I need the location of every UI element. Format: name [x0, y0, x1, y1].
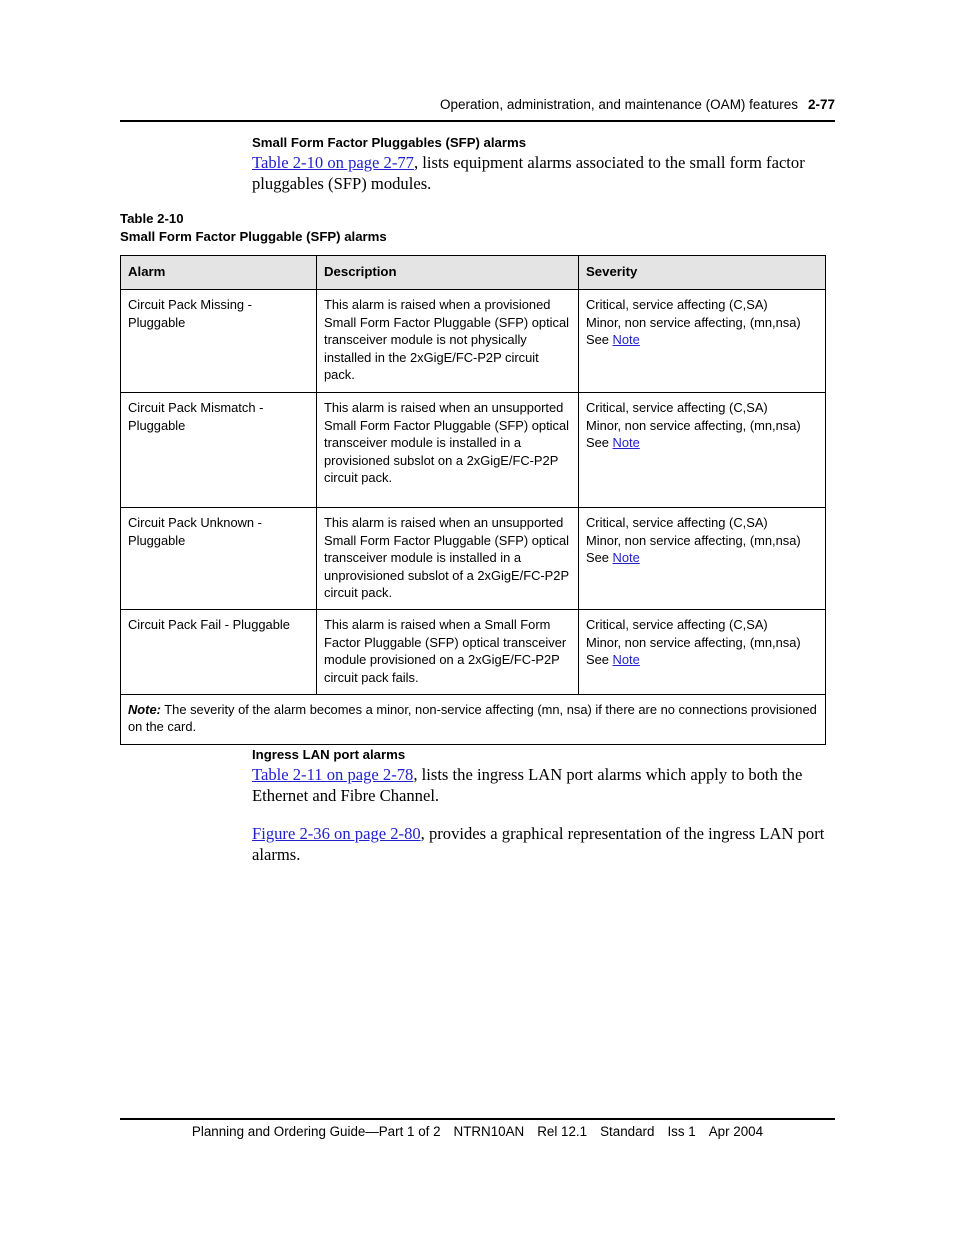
severity-see-note: See Note [586, 331, 818, 348]
table-caption: Table 2-10 Small Form Factor Pluggable (… [120, 210, 387, 245]
severity-line-minor: Minor, non service affecting, (mn,nsa) [586, 417, 801, 433]
see-label: See [586, 550, 613, 566]
severity-line-critical: Critical, service affecting (C,SA) [586, 515, 768, 531]
cell-description: This alarm is raised when a Small Form F… [316, 609, 579, 696]
table-note-row: Note: The severity of the alarm becomes … [120, 694, 826, 745]
severity-line-critical: Critical, service affecting (C,SA) [586, 400, 768, 416]
table-header-row: Alarm Description Severity [120, 254, 826, 291]
cell-alarm: Circuit Pack Mismatch - Pluggable [120, 392, 317, 509]
cell-severity: Critical, service affecting (C,SA) Minor… [578, 507, 826, 611]
alarm-table: Alarm Description Severity Circuit Pack … [120, 254, 826, 745]
table-caption-title: Small Form Factor Pluggable (SFP) alarms [120, 228, 387, 244]
severity-see-note: See Note [586, 549, 818, 566]
note-label: Note: [128, 702, 161, 718]
table-row: Circuit Pack Mismatch - Pluggable This a… [120, 392, 826, 509]
page-number: 2-77 [807, 97, 835, 112]
cell-alarm: Circuit Pack Unknown - Pluggable [120, 507, 317, 611]
footer-date: Apr 2004 [708, 1124, 764, 1139]
severity-see-note: See Note [586, 651, 818, 668]
xref-note[interactable]: Note [613, 332, 640, 347]
header-rule [120, 120, 835, 122]
section-intro-paragraph: Table 2-10 on page 2-77, lists equipment… [252, 152, 837, 194]
table-row: Circuit Pack Missing - Pluggable This al… [120, 289, 826, 394]
xref-table-2-10[interactable]: Table 2-10 on page 2-77 [252, 153, 414, 172]
cell-description: This alarm is raised when an unsupported… [316, 507, 579, 611]
xref-note[interactable]: Note [613, 652, 640, 667]
table-caption-number: Table 2-10 [120, 211, 184, 226]
section2-heading: Ingress LAN port alarms [252, 747, 406, 762]
table-row: Circuit Pack Fail - Pluggable This alarm… [120, 609, 826, 696]
cell-severity: Critical, service affecting (C,SA) Minor… [578, 289, 826, 394]
xref-note[interactable]: Note [613, 550, 640, 565]
footer-doc-number: NTRN10AN [453, 1124, 525, 1139]
severity-line-minor: Minor, non service affecting, (mn,nsa) [586, 314, 801, 330]
cell-severity: Critical, service affecting (C,SA) Minor… [578, 609, 826, 696]
footer-rule [120, 1118, 835, 1120]
severity-line-critical: Critical, service affecting (C,SA) [586, 297, 768, 313]
footer-issue: Iss 1 [667, 1124, 696, 1139]
footer-status: Standard [600, 1124, 655, 1139]
xref-note[interactable]: Note [613, 435, 640, 450]
running-header-title: Operation, administration, and maintenan… [440, 97, 798, 112]
running-header: Operation, administration, and maintenan… [120, 96, 835, 113]
severity-see-note: See Note [586, 434, 818, 451]
severity-line-critical: Critical, service affecting (C,SA) [586, 617, 768, 633]
section2-paragraph-1: Table 2-11 on page 2-78, lists the ingre… [252, 764, 842, 806]
xref-table-2-11[interactable]: Table 2-11 on page 2-78 [252, 765, 413, 784]
column-header-description: Description [316, 254, 579, 291]
severity-line-minor: Minor, non service affecting, (mn,nsa) [586, 532, 801, 548]
footer-guide: Planning and Ordering Guide—Part 1 of 2 [191, 1124, 441, 1139]
cell-description: This alarm is raised when an unsupported… [316, 392, 579, 509]
xref-figure-2-36[interactable]: Figure 2-36 on page 2-80 [252, 824, 421, 843]
see-label: See [586, 652, 613, 668]
see-label: See [586, 435, 613, 451]
section-ingress-lan: Ingress LAN port alarms Table 2-11 on pa… [252, 746, 842, 865]
severity-line-minor: Minor, non service affecting, (mn,nsa) [586, 634, 801, 650]
document-page: Operation, administration, and maintenan… [0, 0, 954, 1235]
column-header-alarm: Alarm [120, 254, 317, 291]
alarm-table-wrap: Alarm Description Severity Circuit Pack … [120, 254, 826, 745]
cell-note: Note: The severity of the alarm becomes … [120, 694, 826, 745]
column-header-severity: Severity [578, 254, 826, 291]
cell-alarm: Circuit Pack Missing - Pluggable [120, 289, 317, 394]
page-footer: Planning and Ordering Guide—Part 1 of 2 N… [120, 1122, 835, 1142]
footer-release: Rel 12.1 [537, 1124, 588, 1139]
see-label: See [586, 332, 613, 348]
section-intro: Small Form Factor Pluggables (SFP) alarm… [252, 134, 837, 194]
table-row: Circuit Pack Unknown - Pluggable This al… [120, 507, 826, 611]
section-heading: Small Form Factor Pluggables (SFP) alarm… [252, 135, 527, 150]
cell-alarm: Circuit Pack Fail - Pluggable [120, 609, 317, 696]
cell-severity: Critical, service affecting (C,SA) Minor… [578, 392, 826, 509]
note-text: The severity of the alarm becomes a mino… [128, 702, 817, 735]
cell-description: This alarm is raised when a provisioned … [316, 289, 579, 394]
section2-paragraph-2: Figure 2-36 on page 2-80, provides a gra… [252, 823, 842, 865]
